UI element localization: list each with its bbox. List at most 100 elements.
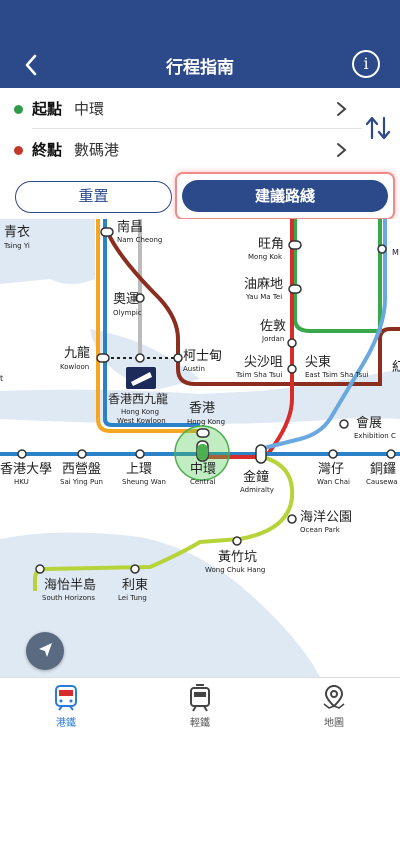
station-label-zh: 九龍 <box>64 345 90 361</box>
kowloon-marker <box>96 353 110 363</box>
hku-marker <box>17 449 27 459</box>
station-label-en: Causewa <box>366 478 398 486</box>
exhibition-marker <box>339 419 349 429</box>
station-label-zh: 黃竹坑 <box>218 550 257 565</box>
train-icon <box>55 685 77 711</box>
divider <box>32 128 362 129</box>
station-label-zh: 會展 <box>356 416 382 431</box>
syp-marker <box>77 449 87 459</box>
station-label-zh: 銅鑼 <box>370 461 396 477</box>
station-label-en: M <box>392 248 399 257</box>
station-label-en: Olympic <box>113 309 142 317</box>
destination-value: 數碼港 <box>74 141 120 159</box>
station-label-zh: 香港大學 <box>0 462 52 477</box>
suggest-route-button[interactable]: 建議路綫 <box>182 180 388 212</box>
page-title: 行程指南 <box>166 58 234 78</box>
station-label-en: Sai Ying Pun <box>60 478 103 486</box>
station-label-en: Jordan <box>261 335 284 343</box>
ocean-park-marker <box>287 514 297 524</box>
wch-marker <box>232 536 242 546</box>
origin-label: 起點 <box>32 100 63 118</box>
south-horizons-marker <box>35 564 45 574</box>
tab-light-rail[interactable]: 輕鐵 <box>150 682 250 732</box>
central-station-marker[interactable] <box>197 444 208 460</box>
tst-marker <box>287 364 297 374</box>
station-label-zh: 青衣 <box>4 224 30 240</box>
origin-dot-icon <box>14 105 23 114</box>
station-label-zh: 奧運 <box>113 292 139 307</box>
station-label-en: Lei Tung <box>118 594 147 602</box>
station-label-en: Ocean Park <box>300 526 341 534</box>
tab-mtr[interactable]: 港鐵 <box>16 682 116 732</box>
station-label-zh: 中環 <box>190 462 216 477</box>
nam-cheong-marker <box>100 227 114 237</box>
station-label-en: Austin <box>183 365 205 373</box>
station-label-zh: 海怡半島 <box>44 578 96 593</box>
mtr-map[interactable]: 青衣 Tsing Yi 南昌 Nam Cheong 奧運 Olympic 九龍 … <box>0 219 400 677</box>
tab-label: 輕鐵 <box>190 718 210 729</box>
station-label-en: Kowloon <box>60 363 89 371</box>
tab-label: 地圖 <box>324 718 344 729</box>
station-label-en: Exhibition C <box>354 432 396 440</box>
yau-ma-tei-marker <box>288 284 302 294</box>
mong-kok-east-marker <box>377 244 387 254</box>
tab-bar: 港鐵 輕鐵 地圖 <box>0 677 400 865</box>
station-label-zh: 紅 <box>392 360 400 375</box>
hong-kong-marker <box>196 428 210 438</box>
jordan-marker <box>287 338 297 348</box>
suggest-highlight: 建議路綫 <box>175 172 395 220</box>
chevron-right-icon <box>337 143 347 157</box>
station-label-en: Wan Chai <box>317 478 350 486</box>
station-label-en: t <box>0 374 3 383</box>
info-button[interactable]: i <box>352 50 380 78</box>
station-label-zh: 灣仔 <box>318 462 344 477</box>
station-label-en: West Kowloon <box>117 417 166 425</box>
station-label-zh: 利東 <box>122 577 148 593</box>
origin-row[interactable]: 起點 中環 <box>0 89 360 129</box>
station-label-en: Wong Chuk Hang <box>205 566 265 574</box>
station-label-zh: 香港西九龍 <box>108 391 168 406</box>
info-icon: i <box>363 54 369 73</box>
station-label-en: Tsing Yi <box>3 242 30 250</box>
reset-button[interactable]: 重置 <box>15 181 172 213</box>
origin-value: 中環 <box>74 100 105 118</box>
navigation-arrow-icon <box>39 643 52 657</box>
wan-chai-marker <box>328 449 338 459</box>
station-label-en: Yau Ma Tei <box>245 293 282 301</box>
station-label-en: Central <box>190 478 216 486</box>
destination-label: 終點 <box>32 141 63 159</box>
station-label-zh: 西營盤 <box>62 462 101 477</box>
lei-tung-marker <box>130 564 140 574</box>
sheung-wan-marker <box>135 449 145 459</box>
station-label-en: Hong Kong <box>121 408 159 416</box>
station-label-zh: 香港 <box>189 401 215 416</box>
station-label-zh: 柯士甸 <box>183 349 222 364</box>
station-label-en: Hong Kong <box>187 418 225 426</box>
destination-row[interactable]: 終點 數碼港 <box>0 130 360 170</box>
hkwk-marker <box>135 353 145 363</box>
station-label-en: Sheung Wan <box>122 478 166 486</box>
causeway-marker <box>386 449 396 459</box>
station-label-zh: 上環 <box>126 462 152 477</box>
destination-dot-icon <box>14 146 23 155</box>
chevron-right-icon <box>337 102 347 116</box>
austin-marker <box>173 353 183 363</box>
station-label-zh: 油麻地 <box>244 277 283 292</box>
station-label-zh: 旺角 <box>258 237 284 252</box>
swap-button[interactable] <box>362 112 394 144</box>
station-label-zh: 尖沙咀 <box>244 355 283 370</box>
station-label-zh: 海洋公園 <box>300 510 352 525</box>
map-pin-icon <box>323 684 345 709</box>
station-label-zh: 南昌 <box>117 219 143 235</box>
map-canvas[interactable]: 青衣 Tsing Yi 南昌 Nam Cheong 奧運 Olympic 九龍 … <box>0 219 400 677</box>
tab-map[interactable]: 地圖 <box>284 682 384 732</box>
app-header: 行程指南 i <box>0 0 400 88</box>
swap-icon <box>365 116 391 140</box>
station-label-en: HKU <box>14 478 29 486</box>
station-label-en: Mong Kok <box>248 253 283 261</box>
station-label-zh: 金鐘 <box>243 469 269 485</box>
locate-button[interactable] <box>26 632 64 670</box>
station-label-en: Tsim Sha Tsui <box>235 371 282 379</box>
mong-kok-marker <box>288 240 302 250</box>
light-rail-icon <box>190 684 210 712</box>
